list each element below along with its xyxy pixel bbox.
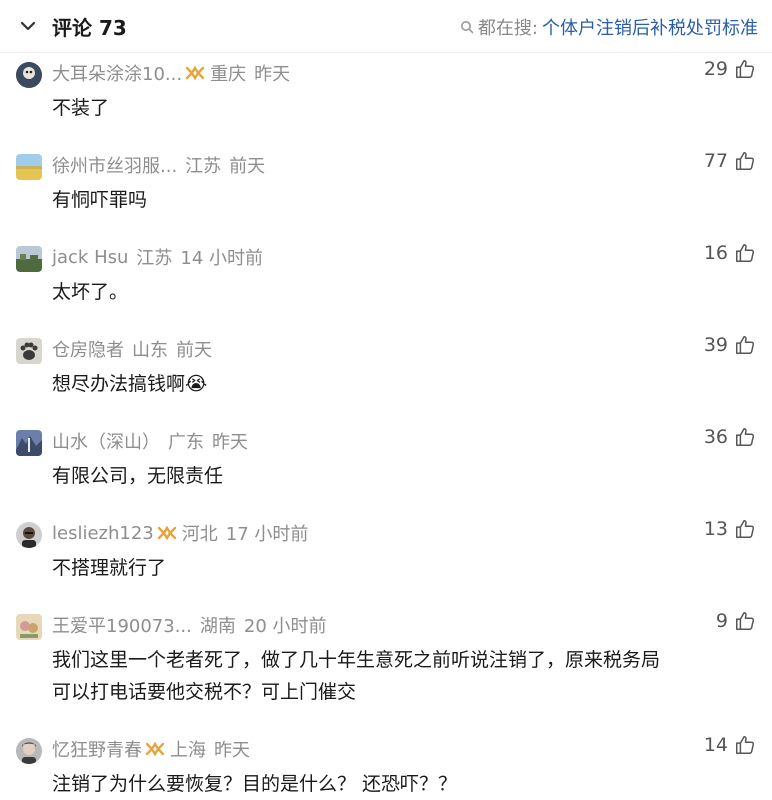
- location: 江苏: [136, 248, 173, 269]
- comment-meta: jack Hsu 江苏 14 小时前: [52, 244, 263, 270]
- comment-meta: lesliezh123 河北 17 小时前: [52, 520, 308, 546]
- username[interactable]: lesliezh123: [52, 523, 154, 544]
- username[interactable]: 王爱平190073...: [52, 612, 192, 638]
- thumbs-up-icon: [736, 736, 755, 754]
- avatar[interactable]: [16, 522, 42, 548]
- like-count: 29: [703, 58, 728, 80]
- thumbs-up-icon: [736, 152, 755, 170]
- search-prefix: 都在搜:: [477, 18, 538, 39]
- thumbs-up-icon: [736, 612, 755, 630]
- crying-emoji-icon: 😭: [185, 373, 208, 395]
- timestamp: 昨天: [214, 740, 250, 761]
- comment-text: 有恫吓罪吗: [52, 189, 148, 211]
- comment-text: 太坏了。: [52, 281, 129, 303]
- location: 重庆: [210, 64, 247, 85]
- search-query-link[interactable]: 个体户注销后补税处罚标准: [542, 14, 758, 40]
- location: 上海: [170, 740, 206, 761]
- thumbs-up-icon: [736, 336, 755, 354]
- comment-meta: 忆狂野青春 上海 昨天: [52, 736, 250, 762]
- avatar[interactable]: [16, 62, 42, 88]
- username[interactable]: 忆狂野青春: [52, 736, 142, 762]
- comment-text: 注销了为什么要恢复？目的是什么？ 还恐吓？？: [52, 773, 458, 795]
- timestamp: 17 小时前: [225, 524, 309, 545]
- username[interactable]: 仓房隐者: [52, 336, 124, 362]
- like-button[interactable]: 39: [704, 334, 756, 356]
- like-button[interactable]: 13: [704, 518, 756, 540]
- avatar[interactable]: [16, 338, 42, 364]
- vip-badge-icon: [185, 65, 205, 81]
- comment-meta: 徐州市丝羽服... 江苏 前天: [52, 152, 265, 178]
- comment-text: 有限公司，无限责任: [52, 465, 224, 487]
- chevron-down-icon[interactable]: [20, 18, 36, 34]
- location: 山东: [132, 340, 168, 361]
- avatar[interactable]: [16, 738, 42, 764]
- location: 湖南: [199, 616, 236, 637]
- like-count: 77: [703, 150, 728, 172]
- like-count: 14: [703, 734, 728, 756]
- like-button[interactable]: 16: [704, 242, 756, 264]
- comment-meta: 山水（深山） 广东 昨天: [52, 428, 248, 454]
- comment-text: 不搭理就行了: [52, 557, 167, 579]
- timestamp: 前天: [229, 156, 266, 177]
- avatar[interactable]: [16, 154, 42, 180]
- avatar[interactable]: [16, 430, 42, 456]
- comment-meta: 仓房隐者 山东 前天: [52, 336, 212, 362]
- avatar[interactable]: [16, 246, 42, 272]
- comment-text-line: 可以打电话要他交税不？可上门催交: [52, 681, 357, 703]
- timestamp: 昨天: [212, 432, 248, 453]
- avatar[interactable]: [16, 614, 42, 640]
- trending-search[interactable]: 都在搜: 个体户注销后补税处罚标准: [460, 14, 758, 40]
- like-count: 13: [703, 518, 728, 540]
- timestamp: 前天: [176, 340, 212, 361]
- comment-text: 我们这里一个老者死了，做了几十年生意死之前听说注销了，原来税务局 可以打电话要他…: [52, 644, 660, 708]
- comment-text-line: 我们这里一个老者死了，做了几十年生意死之前听说注销了，原来税务局: [52, 649, 661, 671]
- like-count: 39: [703, 334, 728, 356]
- timestamp: 14 小时前: [180, 248, 264, 269]
- thumbs-up-icon: [736, 244, 755, 262]
- username[interactable]: 徐州市丝羽服...: [52, 152, 177, 178]
- username[interactable]: 大耳朵涂涂10...: [52, 60, 182, 86]
- comment-text: 想尽办法搞钱啊😭: [52, 368, 207, 400]
- like-count: 16: [703, 242, 728, 264]
- like-count: 36: [703, 426, 728, 448]
- thumbs-up-icon: [736, 60, 755, 78]
- like-button[interactable]: 36: [704, 426, 756, 448]
- like-button[interactable]: 9: [716, 610, 756, 632]
- username[interactable]: 山水（深山）: [52, 428, 160, 454]
- like-button[interactable]: 77: [704, 150, 756, 172]
- like-button[interactable]: 29: [704, 58, 756, 80]
- search-icon: [460, 21, 474, 34]
- comments-header: 评论 73 都在搜: 个体户注销后补税处罚标准: [0, 0, 772, 53]
- thumbs-up-icon: [736, 428, 755, 446]
- location: 河北: [181, 524, 218, 545]
- comments-title: 评论 73: [52, 16, 127, 40]
- like-count: 9: [715, 610, 728, 632]
- comment-meta: 大耳朵涂涂10... 重庆 昨天: [52, 60, 290, 86]
- comment-meta: 王爱平190073... 湖南 20 小时前: [52, 612, 327, 638]
- location: 江苏: [185, 156, 222, 177]
- like-button[interactable]: 14: [704, 734, 756, 756]
- vip-badge-icon: [157, 525, 176, 541]
- location: 广东: [168, 432, 204, 453]
- comment-text: 不装了: [52, 97, 110, 119]
- timestamp: 昨天: [254, 64, 291, 85]
- comment-text-body: 想尽办法搞钱啊: [52, 373, 186, 395]
- thumbs-up-icon: [736, 520, 755, 538]
- username[interactable]: jack Hsu: [52, 247, 128, 268]
- vip-badge-icon: [145, 741, 165, 757]
- timestamp: 20 小时前: [243, 616, 327, 637]
